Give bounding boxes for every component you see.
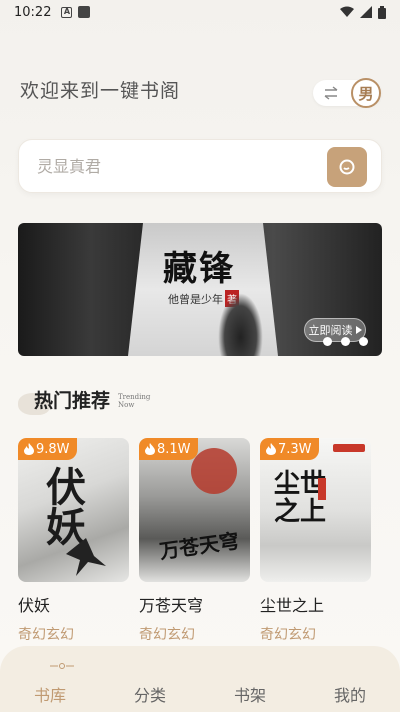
book-card[interactable]: 伏妖 9.8W 伏妖 奇幻玄幻 <box>18 438 129 644</box>
search-icon <box>339 159 355 175</box>
swap-icon <box>324 86 338 100</box>
banner-dot[interactable] <box>341 337 350 346</box>
banner-title: 藏锋 <box>163 249 235 289</box>
banner-figure-art <box>218 293 263 356</box>
book-cover-title: 万苍天穹 <box>157 528 241 564</box>
search-input[interactable] <box>37 140 327 192</box>
book-card[interactable]: 尘世之上 7.3W 尘世之上 奇幻玄幻 <box>260 438 371 644</box>
nav-tab-category[interactable]: 分类 <box>134 682 166 706</box>
banner-carousel[interactable]: 藏锋 他曾是少年著 立即阅读 <box>18 223 382 356</box>
banner-pagination <box>323 337 368 346</box>
banner-dot[interactable] <box>359 337 368 346</box>
battery-icon <box>378 5 386 19</box>
book-genre: 奇幻玄幻 <box>260 627 316 643</box>
signal-icon <box>360 6 372 18</box>
fire-icon <box>145 443 155 455</box>
banner-author-name: 他曾是少年 <box>168 293 223 306</box>
nav-tab-profile[interactable]: 我的 <box>334 682 366 706</box>
book-title[interactable]: 尘世之上 <box>260 592 371 616</box>
gender-toggle[interactable]: 男 <box>313 78 381 108</box>
book-title[interactable]: 伏妖 <box>18 592 129 616</box>
book-cover[interactable]: 尘世之上 7.3W <box>260 438 371 582</box>
book-cover[interactable]: 伏妖 9.8W <box>18 438 129 582</box>
fire-icon <box>24 443 34 455</box>
play-arrow-icon <box>355 326 362 334</box>
bottom-nav: 书库 分类 书架 我的 <box>0 646 400 712</box>
book-title[interactable]: 万苍天穹 <box>139 592 250 616</box>
book-cover[interactable]: 万苍天穹 8.1W <box>139 438 250 582</box>
heat-value: 7.3W <box>278 441 312 457</box>
book-cover-title: 伏妖 <box>39 466 86 546</box>
nav-tab-bookshelf[interactable]: 书架 <box>234 682 266 706</box>
heat-badge: 9.8W <box>18 438 77 460</box>
section-subtitle-line1: Trending <box>118 393 151 401</box>
section-subtitle: Trending Now <box>118 393 150 409</box>
notification-square-icon <box>78 6 91 18</box>
cover-seal <box>318 478 326 500</box>
heat-badge: 7.3W <box>260 438 319 460</box>
heat-value: 8.1W <box>157 441 191 457</box>
book-card[interactable]: 万苍天穹 8.1W 万苍天穹 奇幻玄幻 <box>139 438 250 644</box>
banner-dot[interactable] <box>323 337 332 346</box>
nav-tab-library[interactable]: 书库 <box>34 682 66 706</box>
fire-icon <box>266 443 276 455</box>
heat-value: 9.8W <box>36 441 70 457</box>
cover-logo <box>333 444 365 452</box>
active-tab-indicator-icon <box>50 663 74 669</box>
read-now-label: 立即阅读 <box>308 324 353 337</box>
cover-sun <box>191 448 237 494</box>
book-list: 伏妖 9.8W 伏妖 奇幻玄幻 万苍天穹 8.1W 万苍天穹 奇幻玄幻 尘世之上 <box>18 438 382 648</box>
wifi-icon <box>340 6 354 17</box>
heat-badge: 8.1W <box>139 438 198 460</box>
welcome-title: 欢迎来到一键书阁 <box>20 80 181 102</box>
cover-figure <box>66 538 106 576</box>
book-genre: 奇幻玄幻 <box>139 627 195 643</box>
notification-a-icon: A <box>61 6 73 18</box>
search-button[interactable] <box>327 147 367 187</box>
section-subtitle-line2: Now <box>118 401 135 409</box>
section-title: 热门推荐 <box>34 390 111 412</box>
book-genre: 奇幻玄幻 <box>18 627 74 643</box>
status-bar: 10:22 A <box>0 0 400 24</box>
gender-badge[interactable]: 男 <box>351 78 381 108</box>
search-box[interactable] <box>18 139 382 193</box>
status-time: 10:22 <box>14 4 52 20</box>
